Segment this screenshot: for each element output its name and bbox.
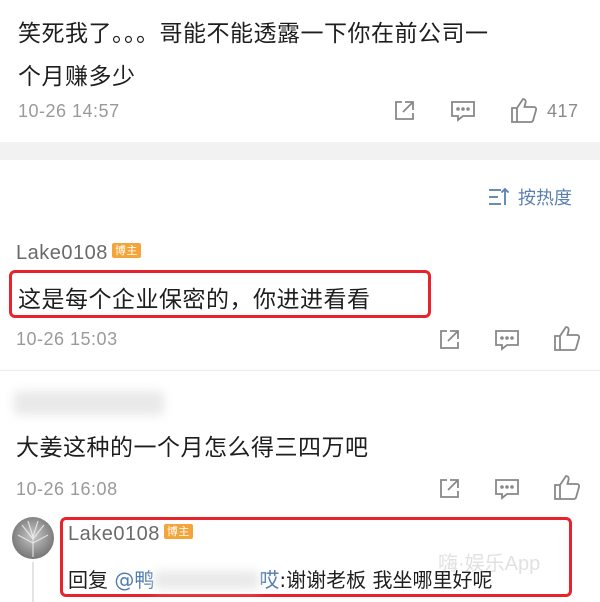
comment-timestamp: 10-26 14:57	[18, 101, 120, 121]
reply-prefix: 回复	[68, 568, 108, 592]
comment-icon[interactable]	[450, 99, 476, 123]
comment-text-line2: 个月赚多少	[18, 64, 136, 90]
username-text: Lake0108	[16, 242, 108, 264]
blurred-mention	[154, 570, 260, 589]
comment-icon[interactable]	[494, 477, 520, 501]
comment-text-line1: 笑死我了。。。哥能不能透露一下你在前公司一	[18, 21, 489, 47]
comment-text: 这是每个企业保密的，你进进看看	[18, 287, 371, 313]
like-icon[interactable]	[553, 474, 581, 501]
avatar[interactable]	[12, 517, 54, 559]
divider	[0, 370, 600, 371]
share-icon[interactable]	[437, 477, 461, 501]
blogger-badge: 博主	[163, 524, 193, 540]
blurred-username	[14, 391, 164, 415]
reply-text-line: 回复 @鸭 哎:谢谢老板 我坐哪里好呢	[68, 564, 492, 593]
like-count: 417	[547, 101, 579, 121]
sort-icon	[488, 187, 510, 207]
watermark: 嗨·娱乐App	[438, 553, 541, 575]
reply-thread-line	[32, 562, 34, 602]
share-icon[interactable]	[437, 328, 461, 352]
mention-tail: 哎	[259, 568, 280, 592]
section-separator	[0, 142, 600, 160]
sort-by-hot-button[interactable]: 按热度	[488, 184, 572, 210]
comment-username[interactable]: Lake0108 博主	[16, 242, 141, 265]
blogger-badge: 博主	[111, 243, 141, 259]
sort-label: 按热度	[518, 188, 572, 209]
comment-timestamp: 10-26 16:08	[16, 479, 118, 499]
comment-icon[interactable]	[494, 328, 520, 352]
comment-timestamp: 10-26 15:03	[16, 329, 118, 349]
mention-link[interactable]: @鸭	[114, 568, 154, 592]
reply-username[interactable]: Lake0108 博主	[68, 523, 193, 546]
comment-text: 大姜这种的一个月怎么得三四万吧	[16, 435, 369, 461]
share-icon[interactable]	[392, 99, 416, 123]
username-text: Lake0108	[68, 523, 160, 545]
like-icon[interactable]	[553, 325, 581, 352]
like-icon[interactable]	[510, 97, 538, 124]
